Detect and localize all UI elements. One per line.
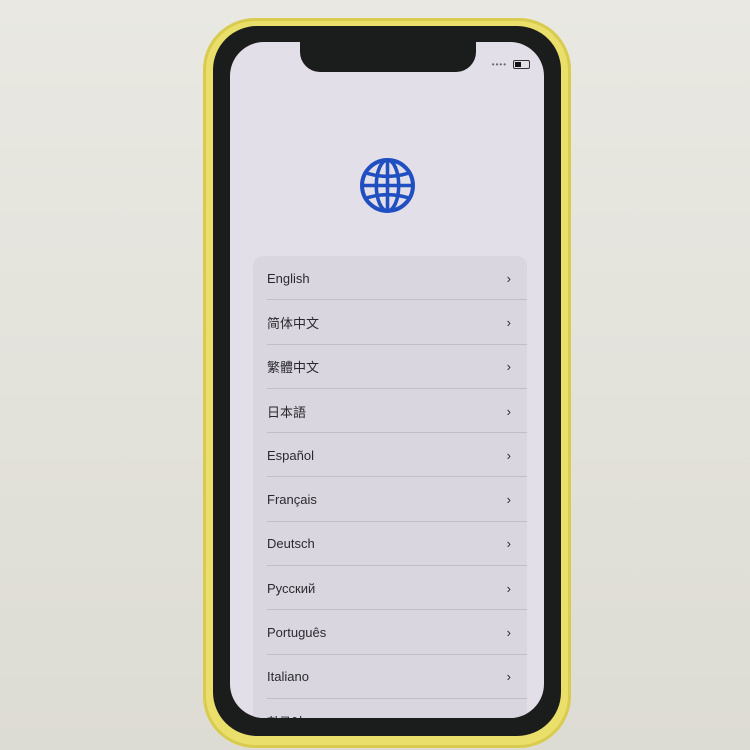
chevron-right-icon: ›: [506, 314, 511, 330]
language-option[interactable]: Italiano ›: [253, 655, 527, 700]
chevron-right-icon: ›: [506, 403, 511, 419]
chevron-right-icon: ›: [507, 714, 511, 718]
status-bar: ••••: [492, 60, 530, 69]
phone-body: •••• English › 简体中文 › 繁體中文 › 日本語 › Español › Franç…: [203, 18, 571, 748]
language-option[interactable]: 日本語 ›: [253, 389, 527, 434]
language-label: English: [267, 270, 310, 286]
language-list: English › 简体中文 › 繁體中文 › 日本語 › Español › Français › D…: [253, 256, 527, 718]
language-option[interactable]: 한국어 ›: [253, 699, 527, 718]
language-option[interactable]: Deutsch ›: [253, 522, 527, 567]
language-label: Русский: [267, 580, 316, 596]
chevron-right-icon: ›: [506, 270, 511, 286]
notch: [300, 42, 476, 72]
chevron-right-icon: ›: [506, 492, 511, 508]
chevron-right-icon: ›: [506, 625, 511, 641]
signal-icon: ••••: [491, 60, 507, 69]
screen: •••• English › 简体中文 › 繁體中文 › 日本語 › Español › Franç…: [230, 42, 544, 718]
language-label: Português: [267, 625, 327, 641]
phone-bezel: •••• English › 简体中文 › 繁體中文 › 日本語 › Español › Franç…: [213, 26, 561, 736]
language-option[interactable]: Português ›: [253, 610, 527, 655]
language-option[interactable]: Русский ›: [253, 566, 527, 611]
language-option[interactable]: English ›: [253, 256, 527, 301]
globe-icon: [360, 158, 415, 213]
chevron-right-icon: ›: [506, 669, 511, 685]
language-option[interactable]: 简体中文 ›: [253, 300, 527, 345]
language-label: 繁體中文: [267, 360, 320, 376]
chevron-right-icon: ›: [506, 536, 511, 552]
chevron-right-icon: ›: [506, 359, 511, 375]
language-label: Français: [267, 492, 317, 508]
language-option[interactable]: 繁體中文 ›: [253, 345, 527, 390]
chevron-right-icon: ›: [506, 447, 511, 463]
language-label: 한국어: [267, 712, 303, 718]
language-label: Italiano: [267, 669, 309, 685]
language-label: 日本語: [267, 404, 307, 420]
chevron-right-icon: ›: [506, 580, 511, 596]
language-label: Español: [267, 447, 314, 463]
language-option[interactable]: Español ›: [253, 433, 527, 478]
battery-icon: [513, 60, 530, 69]
language-label: Deutsch: [267, 536, 315, 552]
language-label: 简体中文: [267, 315, 320, 331]
language-option[interactable]: Français ›: [253, 477, 527, 523]
